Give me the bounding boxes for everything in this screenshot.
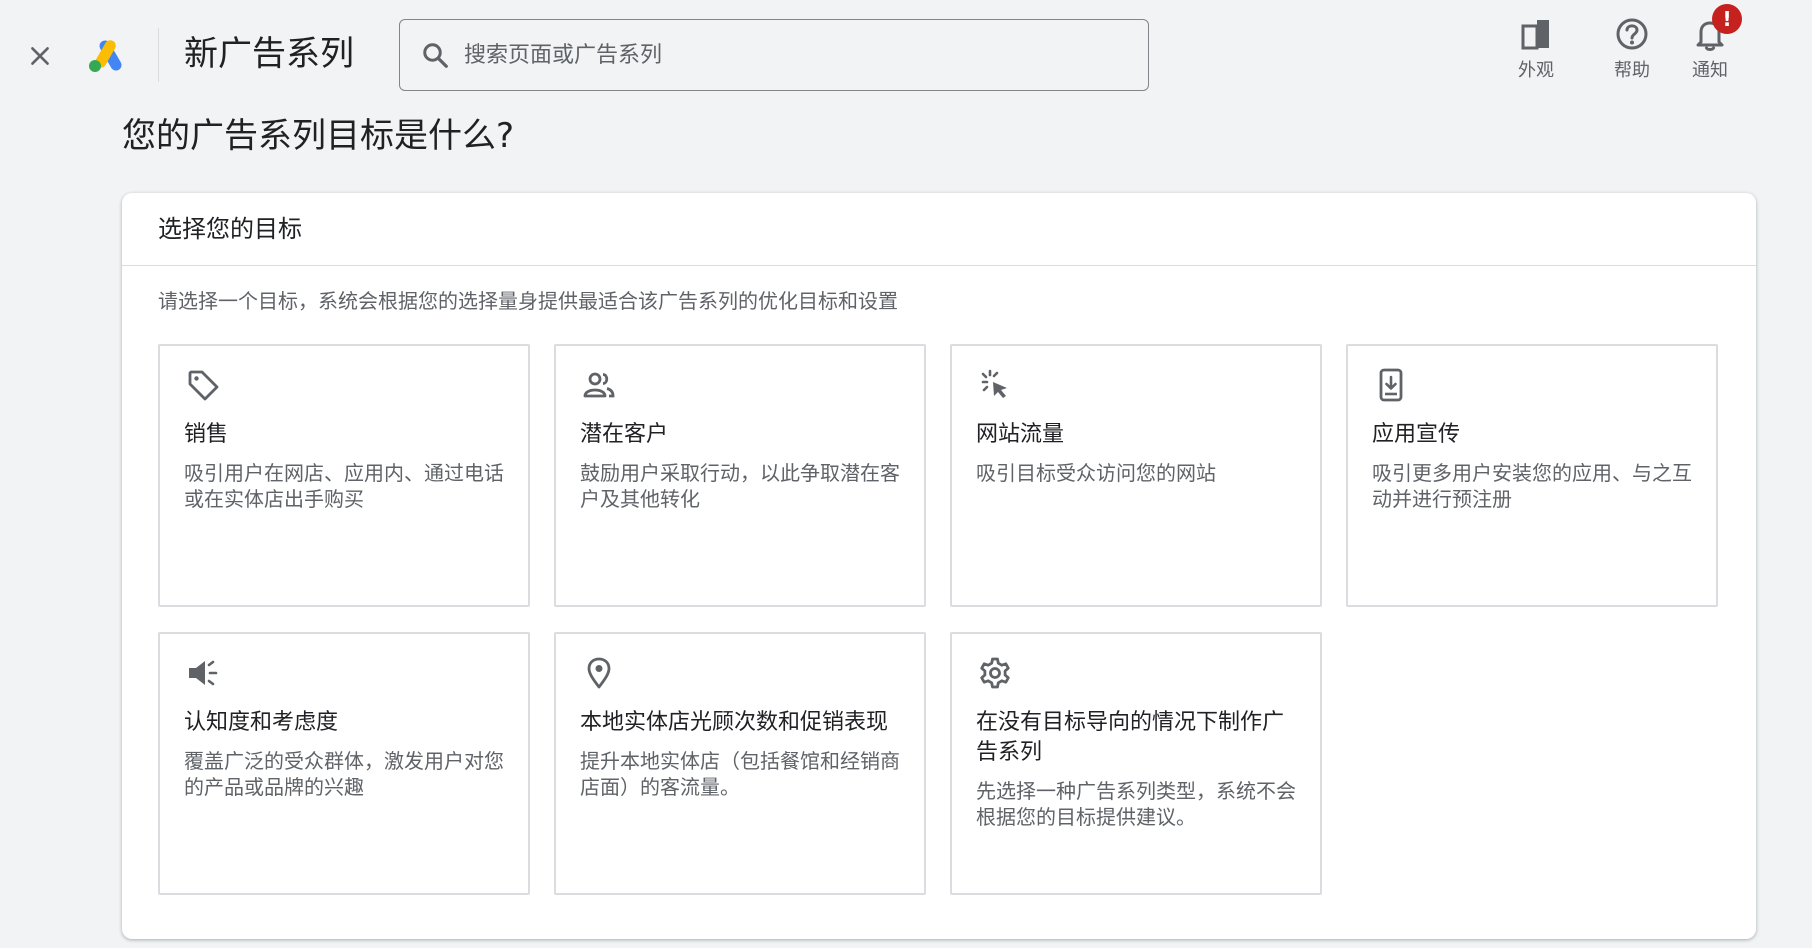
page-title: 新广告系列 (184, 34, 354, 74)
google-ads-logo (89, 40, 122, 72)
phone-download-icon (1379, 368, 1403, 402)
help-icon (1616, 18, 1648, 50)
notifications-button[interactable]: ! 通知 (1670, 4, 1750, 84)
goal-title: 网站流量 (976, 422, 1065, 447)
search-input[interactable] (462, 41, 1102, 69)
goal-tile-sales[interactable]: 销售 吸引用户在网店、应用内、通过电话或在实体店出手购买 (158, 344, 530, 607)
goal-description: 吸引更多用户安装您的应用、与之互动并进行预注册 (1372, 461, 1692, 511)
goal-title: 认知度和考虑度 (184, 710, 339, 735)
help-icon-wrap (1614, 16, 1650, 52)
goal-description: 鼓励用户采取行动，以此争取潜在客户及其他转化 (580, 461, 900, 511)
search-box[interactable] (399, 19, 1149, 91)
goal-description: 提升本地实体店（包括餐馆和经销商店面）的客流量。 (580, 749, 900, 799)
bell-icon-wrap: ! (1692, 4, 1742, 52)
goal-title: 销售 (184, 422, 229, 447)
card-header: 选择您的目标 (122, 193, 1756, 266)
goal-tile-local-store-visits[interactable]: 本地实体店光顾次数和促销表现 提升本地实体店（包括餐馆和经销商店面）的客流量。 (554, 632, 926, 895)
goal-description: 吸引目标受众访问您的网站 (976, 461, 1216, 485)
help-label: 帮助 (1614, 60, 1650, 81)
location-pin-icon (587, 657, 611, 689)
goal-title: 应用宣传 (1372, 422, 1461, 447)
appearance-icon-wrap (1518, 16, 1554, 52)
main-heading: 您的广告系列目标是什么? (122, 116, 515, 156)
goal-tile-awareness[interactable]: 认知度和考虑度 覆盖广泛的受众群体，激发用户对您的产品或品牌的兴趣 (158, 632, 530, 895)
card-description: 请选择一个目标，系统会根据您的选择量身提供最适合该广告系列的优化目标和设置 (158, 289, 898, 313)
goal-tile-website-traffic[interactable]: 网站流量 吸引目标受众访问您的网站 (950, 344, 1322, 607)
goal-selection-card: 选择您的目标 请选择一个目标，系统会根据您的选择量身提供最适合该广告系列的优化目… (122, 193, 1756, 939)
goal-description: 先选择一种广告系列类型，系统不会根据您的目标提供建议。 (976, 779, 1296, 829)
click-cursor-icon (981, 369, 1007, 398)
goal-description: 覆盖广泛的受众群体，激发用户对您的产品或品牌的兴趣 (184, 749, 504, 799)
help-button[interactable]: 帮助 (1592, 14, 1672, 84)
goal-title: 在没有目标导向的情况下制作广告系列 (976, 710, 1285, 765)
goal-tile-no-guidance[interactable]: 在没有目标导向的情况下制作广告系列 先选择一种广告系列类型，系统不会根据您的目标… (950, 632, 1322, 895)
megaphone-icon (189, 660, 218, 686)
goal-title: 本地实体店光顾次数和促销表现 (580, 710, 889, 735)
card-title: 选择您的目标 (158, 215, 302, 243)
appearance-button[interactable]: 外观 (1496, 14, 1576, 84)
goal-tile-app-promotion[interactable]: 应用宣传 吸引更多用户安装您的应用、与之互动并进行预注册 (1346, 344, 1718, 607)
people-icon (583, 372, 615, 398)
appearance-icon (1521, 20, 1549, 50)
notifications-label: 通知 (1692, 60, 1728, 81)
search-icon (423, 43, 448, 68)
notification-badge: ! (1712, 4, 1742, 34)
tag-icon (188, 370, 219, 401)
header-divider (158, 28, 159, 82)
appearance-label: 外观 (1518, 60, 1554, 81)
goals-grid: 销售 吸引用户在网店、应用内、通过电话或在实体店出手购买 潜在客户 鼓励用户采取… (158, 344, 1721, 899)
close-button[interactable] (22, 38, 58, 74)
goal-title: 潜在客户 (580, 422, 669, 447)
gear-icon (980, 657, 1010, 689)
goal-tile-leads[interactable]: 潜在客户 鼓励用户采取行动，以此争取潜在客户及其他转化 (554, 344, 926, 607)
goal-description: 吸引用户在网店、应用内、通过电话或在实体店出手购买 (184, 461, 504, 511)
top-bar: 新广告系列 外观 帮助 (0, 0, 1812, 104)
close-icon (31, 47, 49, 65)
